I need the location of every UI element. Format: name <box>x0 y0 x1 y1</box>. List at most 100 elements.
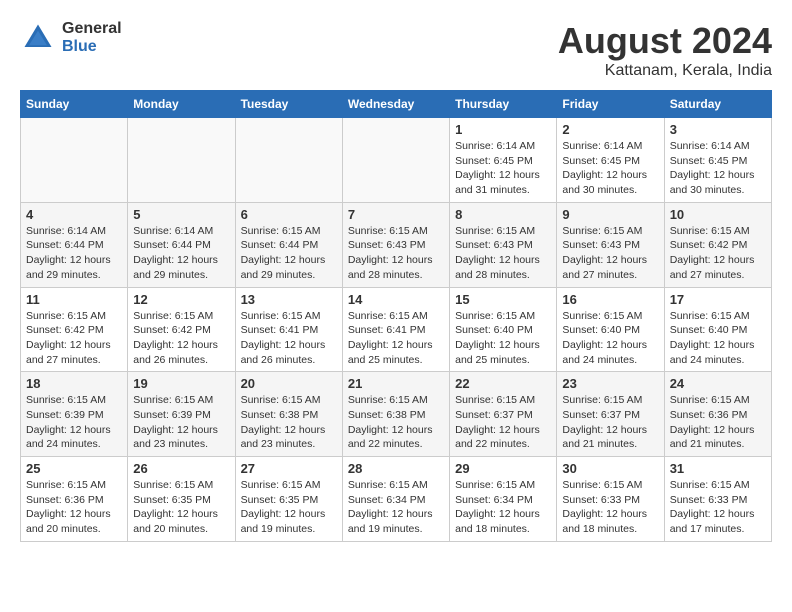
calendar-cell: 30 Sunrise: 6:15 AM Sunset: 6:33 PM Dayli… <box>557 457 664 542</box>
calendar-cell: 11Sunrise: 6:15 AM Sunset: 6:42 PM Dayli… <box>21 287 128 372</box>
day-number: 27 <box>241 461 337 476</box>
logo: General Blue <box>20 20 122 56</box>
day-info: Sunrise: 6:15 AM Sunset: 6:37 PM Dayligh… <box>455 393 551 452</box>
day-info: Sunrise: 6:15 AM Sunset: 6:40 PM Dayligh… <box>455 309 551 368</box>
calendar-cell: 18Sunrise: 6:15 AM Sunset: 6:39 PM Dayli… <box>21 372 128 457</box>
day-info: Sunrise: 6:14 AM Sunset: 6:44 PM Dayligh… <box>133 224 229 283</box>
day-number: 5 <box>133 207 229 222</box>
day-number: 18 <box>26 376 122 391</box>
day-number: 7 <box>348 207 444 222</box>
day-number: 13 <box>241 292 337 307</box>
day-number: 22 <box>455 376 551 391</box>
calendar-cell: 12Sunrise: 6:15 AM Sunset: 6:42 PM Dayli… <box>128 287 235 372</box>
day-number: 20 <box>241 376 337 391</box>
day-number: 1 <box>455 122 551 137</box>
calendar-cell: 20 Sunrise: 6:15 AM Sunset: 6:38 PM Dayli… <box>235 372 342 457</box>
header-row: SundayMondayTuesdayWednesdayThursdayFrid… <box>21 91 772 118</box>
day-info: Sunrise: 6:15 AM Sunset: 6:36 PM Dayligh… <box>670 393 766 452</box>
day-number: 10 <box>670 207 766 222</box>
header-friday: Friday <box>557 91 664 118</box>
day-info: Sunrise: 6:15 AM Sunset: 6:44 PM Dayligh… <box>241 224 337 283</box>
day-info: Sunrise: 6:15 AM Sunset: 6:42 PM Dayligh… <box>133 309 229 368</box>
day-info: Sunrise: 6:15 AM Sunset: 6:41 PM Dayligh… <box>241 309 337 368</box>
calendar-cell: 13 Sunrise: 6:15 AM Sunset: 6:41 PM Dayli… <box>235 287 342 372</box>
logo-icon <box>20 20 56 56</box>
day-info: Sunrise: 6:15 AM Sunset: 6:37 PM Dayligh… <box>562 393 658 452</box>
day-number: 17 <box>670 292 766 307</box>
header-tuesday: Tuesday <box>235 91 342 118</box>
calendar-cell: 1 Sunrise: 6:14 AM Sunset: 6:45 PM Daylig… <box>450 118 557 203</box>
page-title: August 2024 <box>558 20 772 62</box>
day-info: Sunrise: 6:15 AM Sunset: 6:41 PM Dayligh… <box>348 309 444 368</box>
day-info: Sunrise: 6:15 AM Sunset: 6:42 PM Dayligh… <box>26 309 122 368</box>
calendar-cell: 10 Sunrise: 6:15 AM Sunset: 6:42 PM Dayli… <box>664 202 771 287</box>
calendar-header: SundayMondayTuesdayWednesdayThursdayFrid… <box>21 91 772 118</box>
calendar-cell: 6 Sunrise: 6:15 AM Sunset: 6:44 PM Daylig… <box>235 202 342 287</box>
day-number: 3 <box>670 122 766 137</box>
day-number: 29 <box>455 461 551 476</box>
calendar-body: 1 Sunrise: 6:14 AM Sunset: 6:45 PM Daylig… <box>21 118 772 542</box>
day-info: Sunrise: 6:14 AM Sunset: 6:45 PM Dayligh… <box>562 139 658 198</box>
day-info: Sunrise: 6:15 AM Sunset: 6:34 PM Dayligh… <box>455 478 551 537</box>
day-info: Sunrise: 6:15 AM Sunset: 6:33 PM Dayligh… <box>670 478 766 537</box>
week-row-2: 11Sunrise: 6:15 AM Sunset: 6:42 PM Dayli… <box>21 287 772 372</box>
calendar-cell: 17Sunrise: 6:15 AM Sunset: 6:40 PM Dayli… <box>664 287 771 372</box>
day-info: Sunrise: 6:15 AM Sunset: 6:35 PM Dayligh… <box>241 478 337 537</box>
calendar-cell: 27 Sunrise: 6:15 AM Sunset: 6:35 PM Dayli… <box>235 457 342 542</box>
week-row-4: 25 Sunrise: 6:15 AM Sunset: 6:36 PM Dayli… <box>21 457 772 542</box>
day-number: 6 <box>241 207 337 222</box>
day-number: 25 <box>26 461 122 476</box>
day-info: Sunrise: 6:15 AM Sunset: 6:42 PM Dayligh… <box>670 224 766 283</box>
day-number: 2 <box>562 122 658 137</box>
day-info: Sunrise: 6:15 AM Sunset: 6:39 PM Dayligh… <box>133 393 229 452</box>
day-number: 30 <box>562 461 658 476</box>
week-row-0: 1 Sunrise: 6:14 AM Sunset: 6:45 PM Daylig… <box>21 118 772 203</box>
logo-text: General Blue <box>62 20 122 55</box>
day-number: 9 <box>562 207 658 222</box>
day-number: 26 <box>133 461 229 476</box>
day-number: 24 <box>670 376 766 391</box>
calendar-cell: 14Sunrise: 6:15 AM Sunset: 6:41 PM Dayli… <box>342 287 449 372</box>
header-thursday: Thursday <box>450 91 557 118</box>
day-info: Sunrise: 6:15 AM Sunset: 6:38 PM Dayligh… <box>241 393 337 452</box>
day-number: 8 <box>455 207 551 222</box>
logo-general: General <box>62 20 122 38</box>
title-block: August 2024 Kattanam, Kerala, India <box>558 20 772 80</box>
header-monday: Monday <box>128 91 235 118</box>
calendar-cell: 31 Sunrise: 6:15 AM Sunset: 6:33 PM Dayli… <box>664 457 771 542</box>
calendar-cell <box>21 118 128 203</box>
day-info: Sunrise: 6:14 AM Sunset: 6:44 PM Dayligh… <box>26 224 122 283</box>
calendar-cell: 26 Sunrise: 6:15 AM Sunset: 6:35 PM Dayli… <box>128 457 235 542</box>
calendar-cell: 16 Sunrise: 6:15 AM Sunset: 6:40 PM Dayli… <box>557 287 664 372</box>
calendar-cell: 2 Sunrise: 6:14 AM Sunset: 6:45 PM Daylig… <box>557 118 664 203</box>
day-number: 15 <box>455 292 551 307</box>
day-info: Sunrise: 6:15 AM Sunset: 6:38 PM Dayligh… <box>348 393 444 452</box>
day-info: Sunrise: 6:15 AM Sunset: 6:33 PM Dayligh… <box>562 478 658 537</box>
day-info: Sunrise: 6:15 AM Sunset: 6:43 PM Dayligh… <box>348 224 444 283</box>
calendar-cell: 5 Sunrise: 6:14 AM Sunset: 6:44 PM Daylig… <box>128 202 235 287</box>
day-info: Sunrise: 6:14 AM Sunset: 6:45 PM Dayligh… <box>455 139 551 198</box>
calendar-cell: 24 Sunrise: 6:15 AM Sunset: 6:36 PM Dayli… <box>664 372 771 457</box>
day-number: 28 <box>348 461 444 476</box>
day-number: 23 <box>562 376 658 391</box>
day-info: Sunrise: 6:15 AM Sunset: 6:35 PM Dayligh… <box>133 478 229 537</box>
calendar-cell: 23 Sunrise: 6:15 AM Sunset: 6:37 PM Dayli… <box>557 372 664 457</box>
calendar-cell: 19Sunrise: 6:15 AM Sunset: 6:39 PM Dayli… <box>128 372 235 457</box>
page-subtitle: Kattanam, Kerala, India <box>558 62 772 80</box>
day-info: Sunrise: 6:15 AM Sunset: 6:36 PM Dayligh… <box>26 478 122 537</box>
calendar-cell: 9Sunrise: 6:15 AM Sunset: 6:43 PM Daylig… <box>557 202 664 287</box>
day-info: Sunrise: 6:14 AM Sunset: 6:45 PM Dayligh… <box>670 139 766 198</box>
day-number: 4 <box>26 207 122 222</box>
calendar-cell: 3 Sunrise: 6:14 AM Sunset: 6:45 PM Daylig… <box>664 118 771 203</box>
calendar-cell: 29 Sunrise: 6:15 AM Sunset: 6:34 PM Dayli… <box>450 457 557 542</box>
day-info: Sunrise: 6:15 AM Sunset: 6:40 PM Dayligh… <box>562 309 658 368</box>
calendar-cell: 25 Sunrise: 6:15 AM Sunset: 6:36 PM Dayli… <box>21 457 128 542</box>
calendar-cell: 7 Sunrise: 6:15 AM Sunset: 6:43 PM Daylig… <box>342 202 449 287</box>
calendar-cell <box>235 118 342 203</box>
calendar-cell: 15 Sunrise: 6:15 AM Sunset: 6:40 PM Dayli… <box>450 287 557 372</box>
day-number: 16 <box>562 292 658 307</box>
calendar-cell: 21Sunrise: 6:15 AM Sunset: 6:38 PM Dayli… <box>342 372 449 457</box>
day-number: 31 <box>670 461 766 476</box>
week-row-3: 18 Sunrise: 6:15 AM Sunset: 6:39 PM Dayli… <box>21 372 772 457</box>
calendar-cell: 22 Sunrise: 6:15 AM Sunset: 6:37 PM Dayli… <box>450 372 557 457</box>
